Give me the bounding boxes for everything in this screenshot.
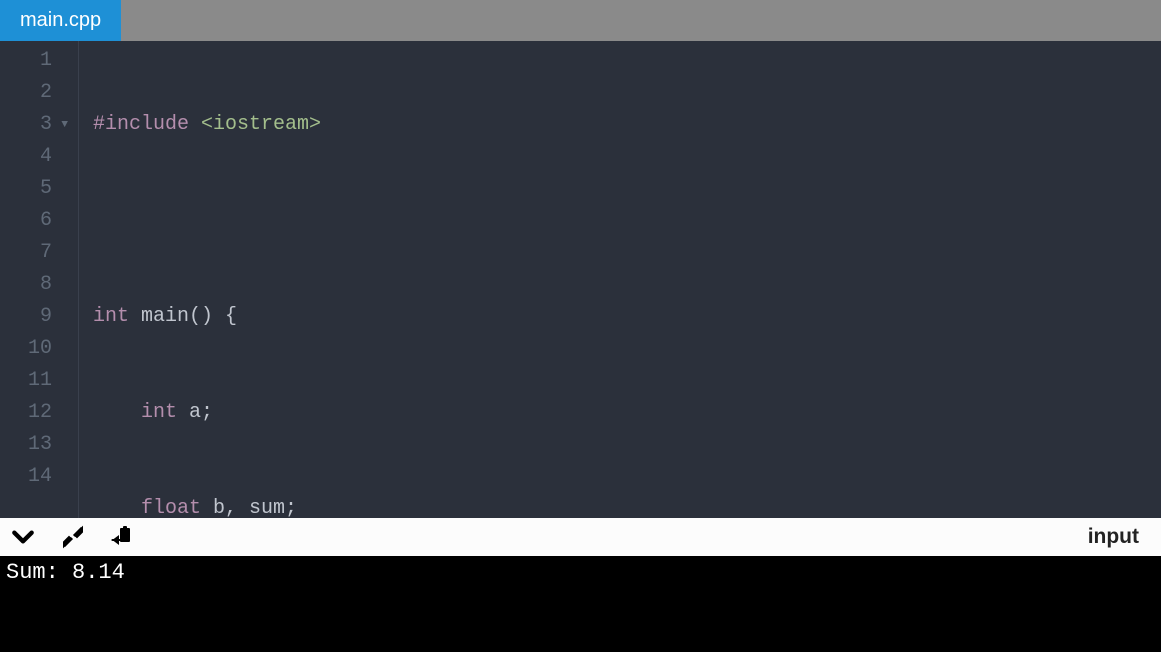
code-token: float [141, 497, 201, 518]
line-number: 8 [40, 269, 52, 301]
line-number: 14 [28, 461, 52, 493]
line-number: 7 [40, 237, 52, 269]
line-number: 2 [40, 77, 52, 109]
line-number: 3 [40, 109, 52, 141]
line-gutter: 1 2 3▼ 4 5 6 7 8 9 10 11 12 13 14 [0, 41, 78, 518]
code-token: int [141, 401, 177, 424]
code-token: () { [189, 305, 237, 328]
clipboard-icon[interactable] [110, 524, 136, 550]
code-editor[interactable]: 1 2 3▼ 4 5 6 7 8 9 10 11 12 13 14 #inclu… [0, 41, 1161, 518]
fold-icon[interactable]: ▼ [58, 109, 68, 141]
code-token: a; [177, 401, 213, 424]
code-token: main [129, 305, 189, 328]
tab-main-cpp[interactable]: main.cpp [0, 0, 121, 41]
line-number: 13 [28, 429, 52, 461]
line-number: 6 [40, 205, 52, 237]
console-output: Sum: 8.14 [0, 556, 1161, 652]
line-number: 4 [40, 141, 52, 173]
line-number: 5 [40, 173, 52, 205]
line-number: 10 [28, 333, 52, 365]
line-number: 1 [40, 45, 52, 77]
code-content[interactable]: #include <iostream> int main() { int a; … [78, 41, 1161, 518]
line-number: 11 [28, 365, 52, 397]
code-token: #include [93, 113, 189, 136]
line-number: 9 [40, 301, 52, 333]
code-token: b, sum; [201, 497, 297, 518]
tab-bar: main.cpp [0, 0, 1161, 41]
code-token [93, 497, 141, 518]
code-token: <iostream> [189, 113, 321, 136]
code-token [93, 401, 141, 424]
code-token: int [93, 305, 129, 328]
console-toolbar: input [0, 518, 1161, 556]
console-line: Sum: 8.14 [6, 560, 125, 585]
input-label[interactable]: input [1088, 525, 1151, 549]
expand-icon[interactable] [60, 524, 86, 550]
chevron-down-icon[interactable] [10, 524, 36, 550]
line-number: 12 [28, 397, 52, 429]
